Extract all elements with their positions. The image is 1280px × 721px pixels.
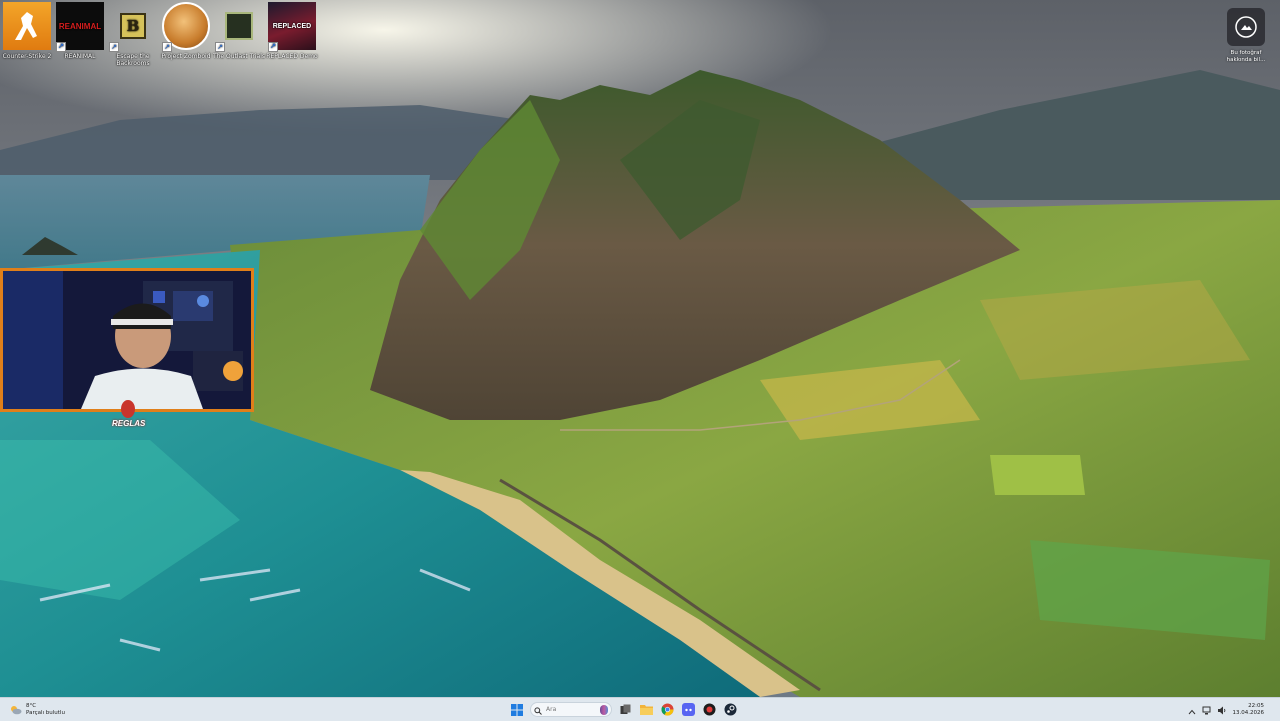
- system-tray: 22:05 13.04.2026: [1188, 700, 1265, 719]
- streamer-name: REGLAS: [112, 419, 146, 428]
- shortcut-arrow-icon: ↗: [109, 42, 119, 52]
- network-icon[interactable]: [1202, 700, 1211, 719]
- replaced-icon: REPLACED ↗: [268, 2, 316, 52]
- outlast-trials-icon: ↗: [215, 2, 263, 52]
- search-icon: [534, 700, 542, 719]
- desktop-icon-label: REANIMAL: [64, 53, 96, 60]
- search-highlight-image: [600, 704, 608, 715]
- folder-icon[interactable]: [638, 702, 654, 718]
- streamer-logo-icon: [121, 400, 135, 418]
- desktop-icon-escape-backrooms[interactable]: B ↗ Escape the Backrooms: [106, 2, 160, 67]
- shortcut-arrow-icon: ↗: [215, 42, 225, 52]
- learn-about-photo-label: Bu fotoğraf hakkında bil...: [1226, 50, 1266, 63]
- taskbar: 8°C Parçalı bulutlu Ara 22:05 13.04.2026: [0, 697, 1280, 721]
- desktop-icon-counter-strike[interactable]: Counter-Strike 2: [0, 2, 54, 60]
- cloud-sun-icon: [10, 700, 22, 719]
- desktop-icon-label: Counter-Strike 2: [2, 53, 52, 60]
- clock-time: 22:05: [1248, 702, 1264, 709]
- reanimal-icon: REANIMAL ↗: [56, 2, 104, 52]
- counter-strike-icon: [3, 2, 51, 50]
- windows-start-icon[interactable]: [509, 702, 525, 718]
- desktop-icon-replaced[interactable]: REPLACED ↗ REPLACED Demo: [265, 2, 319, 60]
- discord-icon[interactable]: [680, 702, 696, 718]
- replaced-logo-text: REPLACED: [272, 22, 312, 30]
- clock[interactable]: 22:05 13.04.2026: [1233, 703, 1265, 717]
- learn-about-photo-widget[interactable]: Bu fotoğraf hakkında bil...: [1221, 8, 1271, 63]
- taskbar-search[interactable]: [530, 702, 612, 717]
- webcam-overlay: [0, 268, 254, 412]
- weather-condition: Parçalı bulutlu: [26, 709, 65, 716]
- app-red-icon[interactable]: [701, 702, 717, 718]
- desktop-icon-label: The Outlast Trials: [212, 53, 266, 60]
- chrome-icon[interactable]: [659, 702, 675, 718]
- desktop-icon-project-zomboid[interactable]: ↗ Project Zomboid: [159, 2, 213, 60]
- weather-temp: 8°C: [26, 702, 37, 709]
- weather-widget[interactable]: 8°C Parçalı bulutlu: [10, 700, 65, 719]
- escape-backrooms-icon: B ↗: [109, 2, 157, 52]
- task-view-icon[interactable]: [617, 702, 633, 718]
- reanimal-logo-text: REANIMAL: [58, 21, 102, 31]
- shortcut-arrow-icon: ↗: [268, 42, 278, 52]
- chevron-up-icon[interactable]: [1188, 700, 1196, 719]
- escape-backrooms-logo-text: B: [126, 16, 140, 35]
- search-input[interactable]: [546, 706, 596, 713]
- project-zomboid-icon: ↗: [162, 2, 210, 52]
- volume-icon[interactable]: [1217, 700, 1227, 719]
- shortcut-arrow-icon: ↗: [56, 42, 66, 52]
- taskbar-center: [509, 700, 738, 719]
- steam-icon[interactable]: [722, 702, 738, 718]
- desktop-icon-label: Escape the Backrooms: [116, 53, 150, 67]
- shortcut-arrow-icon: ↗: [162, 42, 172, 52]
- bing-camera-icon: [1227, 8, 1265, 46]
- desktop-icon-reanimal[interactable]: REANIMAL ↗ REANIMAL: [53, 2, 107, 60]
- clock-date: 13.04.2026: [1232, 709, 1265, 716]
- desktop-icon-label: Project Zomboid: [161, 53, 211, 60]
- desktop-icon-label: REPLACED Demo: [266, 53, 318, 60]
- desktop-icon-outlast-trials[interactable]: ↗ The Outlast Trials: [212, 2, 266, 60]
